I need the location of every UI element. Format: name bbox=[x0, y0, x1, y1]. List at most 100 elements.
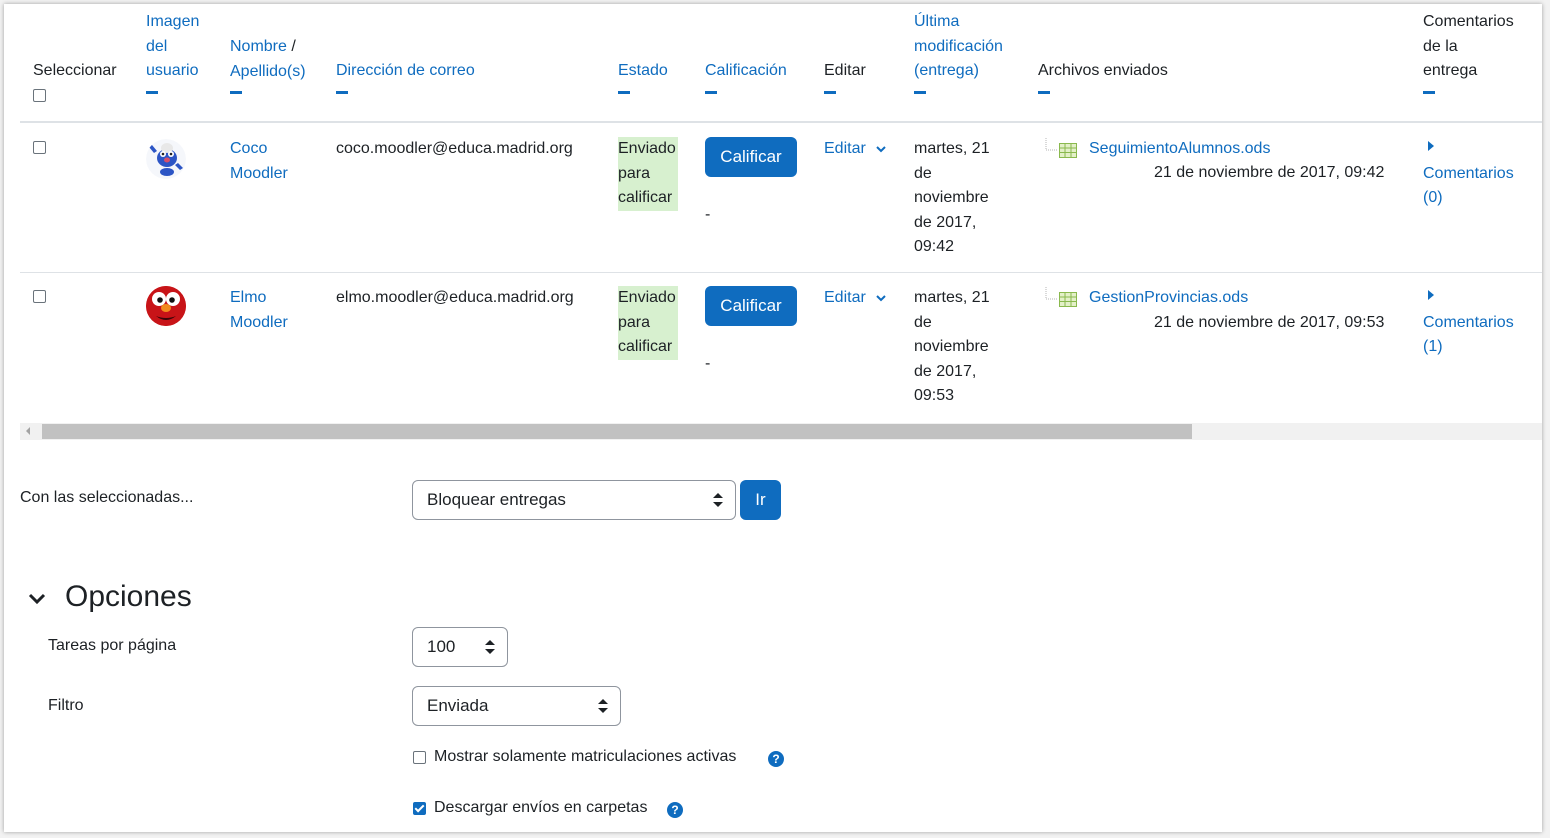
caret-right-icon bbox=[1423, 286, 1514, 311]
comments-toggle[interactable]: Comentarios (1) bbox=[1423, 286, 1514, 360]
user-name: Coco Moodler bbox=[230, 137, 288, 186]
submitted-file-link[interactable]: SeguimientoAlumnos.ods bbox=[1089, 137, 1270, 162]
select-arrows-icon bbox=[598, 699, 608, 713]
avatar[interactable] bbox=[146, 139, 186, 179]
status-line: para bbox=[618, 164, 651, 182]
header-select-label: Seleccionar bbox=[33, 62, 117, 79]
status-line: Enviado bbox=[618, 289, 676, 306]
user-first-name-link[interactable]: Coco bbox=[230, 137, 288, 162]
header-user-picture-line3: usuario bbox=[146, 62, 199, 79]
user-last-name-link[interactable]: Moodler bbox=[230, 311, 288, 336]
last-modified-line: noviembre bbox=[914, 189, 989, 206]
last-modified-line: martes, 21 bbox=[914, 140, 990, 157]
comments-count: (0) bbox=[1423, 189, 1443, 206]
status-badge: Enviado para calificar bbox=[618, 137, 678, 211]
grade-button[interactable]: Calificar bbox=[705, 137, 797, 177]
collapse-column-icon[interactable] bbox=[705, 90, 717, 94]
collapse-column-icon[interactable] bbox=[914, 90, 926, 94]
active-enrolments-label: Mostrar solamente matriculaciones activa… bbox=[434, 748, 737, 765]
header-user-picture-line1: Imagen bbox=[146, 13, 200, 30]
spreadsheet-icon bbox=[1059, 143, 1077, 163]
sort-first-name-link[interactable]: Nombre bbox=[230, 38, 287, 55]
row-select-checkbox[interactable] bbox=[33, 290, 46, 303]
grade-value: - bbox=[705, 206, 711, 223]
download-folders-checkbox[interactable] bbox=[413, 802, 426, 815]
edit-menu-label: Editar bbox=[824, 289, 866, 306]
last-modified-line: de bbox=[914, 313, 932, 331]
sort-last-name-link[interactable]: Apellido(s) bbox=[230, 60, 306, 85]
collapse-column-icon[interactable] bbox=[1038, 90, 1050, 94]
header-files: Archivos enviados bbox=[1038, 59, 1168, 94]
user-email: elmo.moodler@educa.madrid.org bbox=[336, 289, 574, 306]
tree-connector-icon bbox=[1044, 138, 1060, 159]
user-last-name-link[interactable]: Moodler bbox=[230, 162, 288, 187]
grade-button[interactable]: Calificar bbox=[705, 286, 797, 326]
collapse-column-icon[interactable] bbox=[230, 91, 242, 94]
assignment-grading-page: Seleccionar Imagen del usuario Nombre / … bbox=[4, 4, 1542, 832]
status-badge: Enviado para calificar bbox=[618, 286, 678, 360]
header-name-separator: / bbox=[286, 38, 296, 55]
per-page-value: 100 bbox=[427, 637, 456, 656]
row-select-checkbox[interactable] bbox=[33, 141, 46, 154]
per-page-label: Tareas por página bbox=[48, 637, 177, 654]
grade-value: - bbox=[705, 355, 711, 372]
header-last-modified-line2: modificación bbox=[914, 37, 1003, 55]
bulk-action-select[interactable]: Bloquear entregas bbox=[412, 480, 736, 520]
header-comments: Comentarios de la entrega bbox=[1423, 10, 1514, 94]
help-icon[interactable]: ? bbox=[768, 751, 784, 767]
chevron-down-icon bbox=[876, 137, 886, 162]
header-status[interactable]: Estado bbox=[618, 59, 668, 94]
header-user-picture[interactable]: Imagen del usuario bbox=[146, 10, 199, 94]
bulk-go-button[interactable]: Ir bbox=[740, 480, 781, 520]
scroll-left-arrow-icon[interactable] bbox=[26, 427, 30, 435]
edit-menu-button[interactable]: Editar bbox=[824, 286, 886, 311]
row-divider bbox=[20, 272, 1542, 273]
header-email[interactable]: Dirección de correo bbox=[336, 59, 475, 94]
select-arrows-icon bbox=[485, 640, 495, 654]
collapse-column-icon[interactable] bbox=[1423, 90, 1435, 94]
comments-label: Comentarios bbox=[1423, 313, 1514, 331]
chevron-down-icon bbox=[28, 592, 46, 610]
collapse-column-icon[interactable] bbox=[146, 90, 158, 94]
last-modified-line: 09:53 bbox=[914, 387, 955, 404]
last-modified-line: martes, 21 bbox=[914, 289, 990, 306]
last-modified-line: 09:42 bbox=[914, 238, 955, 255]
edit-menu-button[interactable]: Editar bbox=[824, 137, 886, 162]
header-divider bbox=[20, 121, 1542, 123]
comments-toggle[interactable]: Comentarios (0) bbox=[1423, 137, 1514, 211]
header-comments-line1: Comentarios bbox=[1423, 13, 1514, 30]
submitted-file-link[interactable]: GestionProvincias.ods bbox=[1089, 286, 1248, 311]
active-enrolments-checkbox[interactable] bbox=[413, 751, 426, 764]
last-modified-line: de 2017, bbox=[914, 213, 977, 231]
user-first-name-link[interactable]: Elmo bbox=[230, 286, 288, 311]
header-comments-line2: de la bbox=[1423, 37, 1458, 55]
last-modified: martes, 21 de noviembre de 2017, 09:53 bbox=[914, 286, 990, 409]
submitted-file-date: 21 de noviembre de 2017, 09:42 bbox=[1154, 164, 1385, 181]
select-all-checkbox[interactable] bbox=[33, 88, 46, 102]
header-edit: Editar bbox=[824, 59, 866, 94]
header-comments-line3: entrega bbox=[1423, 62, 1478, 79]
filter-value: Enviada bbox=[427, 696, 489, 715]
download-folders-label: Descargar envíos en carpetas bbox=[434, 799, 648, 816]
last-modified: martes, 21 de noviembre de 2017, 09:42 bbox=[914, 137, 990, 260]
scrollbar-thumb[interactable] bbox=[42, 424, 1192, 439]
header-grade[interactable]: Calificación bbox=[705, 59, 787, 94]
status-line: calificar bbox=[618, 189, 673, 206]
collapse-column-icon[interactable] bbox=[336, 90, 348, 94]
collapse-column-icon[interactable] bbox=[824, 90, 836, 94]
horizontal-scrollbar[interactable] bbox=[20, 423, 1542, 440]
bulk-action-selected: Bloquear entregas bbox=[427, 490, 566, 509]
collapse-column-icon[interactable] bbox=[618, 90, 630, 94]
spreadsheet-icon bbox=[1059, 292, 1077, 312]
header-last-modified-line3: (entrega) bbox=[914, 62, 979, 79]
select-arrows-icon bbox=[713, 493, 723, 507]
last-modified-line: noviembre bbox=[914, 338, 989, 355]
avatar[interactable] bbox=[146, 286, 186, 326]
edit-menu-label: Editar bbox=[824, 140, 866, 157]
help-icon[interactable]: ? bbox=[667, 802, 683, 818]
header-email-label: Dirección de correo bbox=[336, 62, 475, 79]
tree-connector-icon bbox=[1044, 287, 1060, 308]
per-page-select[interactable]: 100 bbox=[412, 627, 508, 667]
header-last-modified[interactable]: Última modificación (entrega) bbox=[914, 10, 1003, 94]
filter-select[interactable]: Enviada bbox=[412, 686, 621, 726]
